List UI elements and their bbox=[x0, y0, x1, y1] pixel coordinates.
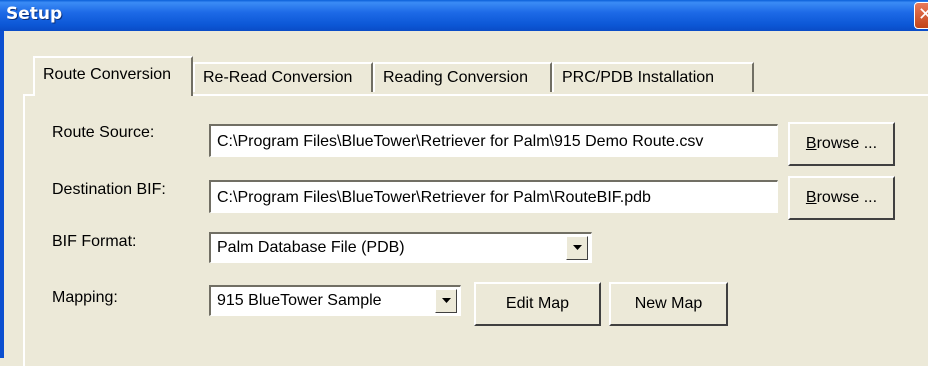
bif-format-label: BIF Format: bbox=[52, 233, 137, 250]
close-button[interactable]: ✕ bbox=[914, 2, 928, 29]
chevron-down-icon bbox=[442, 298, 451, 303]
tab-reading-conversion[interactable]: Reading Conversion bbox=[373, 62, 552, 92]
close-icon: ✕ bbox=[918, 4, 928, 25]
mapping-select[interactable]: 915 BlueTower Sample bbox=[209, 285, 461, 316]
window-border bbox=[0, 31, 4, 358]
window-title: Setup bbox=[6, 4, 63, 24]
mapping-label: Mapping: bbox=[52, 289, 118, 306]
route-source-label: Route Source: bbox=[52, 124, 155, 141]
tab-prc-pdb-installation[interactable]: PRC/PDB Installation bbox=[552, 62, 754, 92]
bif-format-select[interactable]: Palm Database File (PDB) bbox=[209, 232, 592, 263]
tab-route-conversion[interactable]: Route Conversion bbox=[33, 56, 193, 96]
browse-accelerator: B bbox=[805, 135, 817, 152]
title-bar: Setup ✕ bbox=[0, 0, 928, 31]
browse-label: rowse ... bbox=[816, 135, 878, 152]
bif-format-dropdown-button[interactable] bbox=[566, 236, 588, 260]
chevron-down-icon bbox=[573, 245, 582, 250]
mapping-dropdown-button[interactable] bbox=[435, 289, 457, 313]
route-source-browse-button[interactable]: Browse ... bbox=[788, 122, 895, 166]
browse-accelerator: B bbox=[805, 189, 817, 206]
browse-label: rowse ... bbox=[816, 189, 878, 206]
destination-bif-browse-button[interactable]: Browse ... bbox=[788, 176, 895, 220]
route-source-input[interactable]: C:\Program Files\BlueTower\Retriever for… bbox=[209, 124, 778, 157]
new-map-button[interactable]: New Map bbox=[609, 282, 728, 326]
bif-format-selected: Palm Database File (PDB) bbox=[217, 239, 405, 256]
tab-re-read-conversion[interactable]: Re-Read Conversion bbox=[193, 62, 373, 92]
mapping-selected: 915 BlueTower Sample bbox=[217, 292, 382, 309]
destination-bif-input[interactable]: C:\Program Files\BlueTower\Retriever for… bbox=[209, 180, 778, 213]
edit-map-button[interactable]: Edit Map bbox=[474, 282, 601, 326]
destination-bif-label: Destination BIF: bbox=[52, 181, 166, 198]
